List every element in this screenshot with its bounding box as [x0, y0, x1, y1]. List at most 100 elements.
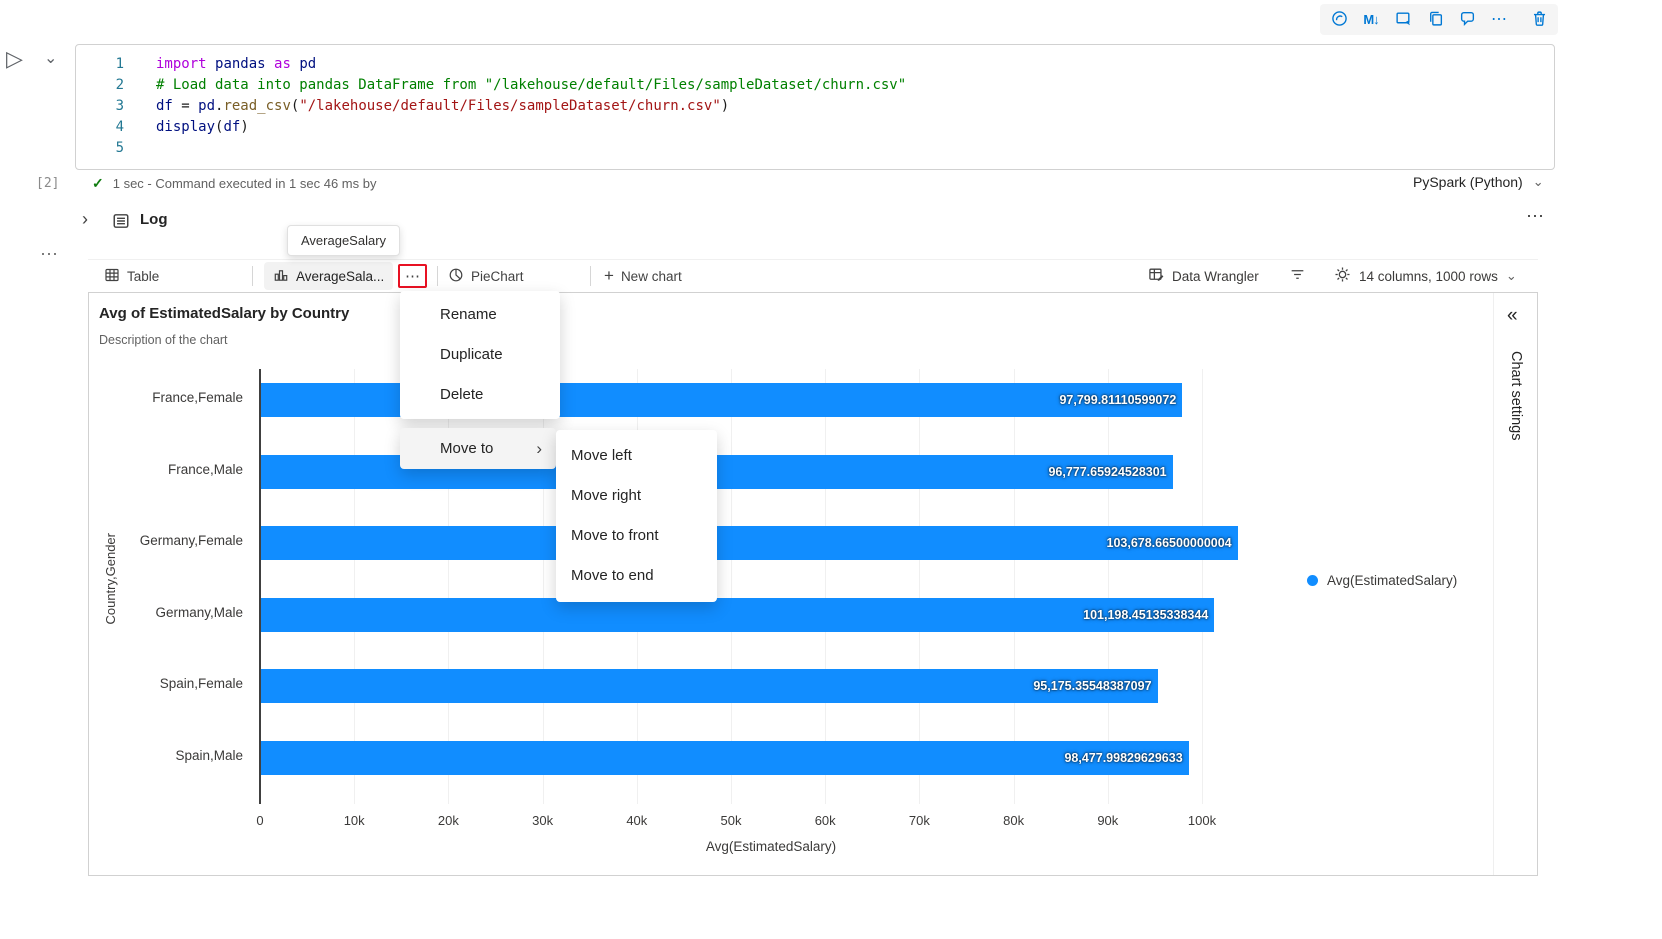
chart-tab-more-button[interactable]: ⋯	[398, 264, 427, 288]
x-axis-title: Avg(EstimatedSalary)	[661, 839, 881, 854]
chart-title: Avg of EstimatedSalary by Country	[99, 305, 349, 322]
run-options-chevron[interactable]: ⌄	[44, 48, 57, 68]
y-axis-title: Country,Gender	[103, 444, 118, 714]
bar-value-label: 98,477.99829629633	[1064, 741, 1182, 775]
bar[interactable]: 101,198.45135338344	[261, 598, 1214, 632]
chevron-right-icon: ›	[536, 439, 542, 459]
bar-value-label: 95,175.35548387097	[1033, 669, 1151, 703]
filter-icon	[1289, 266, 1306, 286]
bar[interactable]: 95,175.35548387097	[261, 669, 1158, 703]
tab-pie-chart[interactable]: PieChart	[448, 262, 524, 290]
log-expand-chevron[interactable]: ›	[82, 209, 88, 230]
submenu-item-move-to-end[interactable]: Move to end	[556, 556, 717, 596]
copilot-icon	[1331, 10, 1348, 30]
more-icon: ⋯	[405, 267, 420, 285]
kernel-language-picker[interactable]: PySpark (Python) ⌄	[1413, 174, 1544, 190]
legend-dot-icon	[1307, 575, 1318, 586]
filter-button[interactable]	[1289, 262, 1306, 290]
x-axis-tick-label: 100k	[1162, 813, 1242, 828]
new-chart-button[interactable]: + New chart	[604, 262, 682, 290]
data-wrangler-icon	[1148, 266, 1165, 286]
chart-card: Avg(EstimatedSalary) Country,Gender 0 10k…	[88, 292, 1538, 876]
menu-item-delete[interactable]: Delete	[400, 375, 560, 415]
comment-button[interactable]	[1454, 7, 1480, 32]
data-wrangler-button[interactable]: Data Wrangler	[1148, 262, 1259, 290]
gridline	[919, 369, 920, 804]
x-axis-tick-label: 0	[220, 813, 300, 828]
log-icon	[112, 212, 130, 235]
convert-to-markdown-button[interactable]: M↓	[1358, 7, 1384, 32]
kernel-label: PySpark (Python)	[1413, 174, 1523, 190]
x-axis-tick-label: 40k	[597, 813, 677, 828]
line-number: 1	[76, 54, 124, 75]
tab-average-salary-chart[interactable]: AverageSala...	[264, 262, 393, 290]
data-wrangler-label: Data Wrangler	[1172, 269, 1259, 284]
output-top-divider	[88, 259, 1538, 260]
menu-item-move-to[interactable]: Move to ›	[400, 428, 556, 469]
log-section-label: Log	[140, 211, 168, 228]
tab-table[interactable]: Table	[104, 262, 159, 290]
bar-value-label: 101,198.45135338344	[1083, 598, 1208, 632]
run-icon: ▷	[6, 46, 23, 71]
execution-count: [2]	[36, 176, 59, 191]
run-cell-button[interactable]: ▷	[6, 46, 23, 72]
x-axis-tick-label: 90k	[1068, 813, 1148, 828]
markdown-convert-icon: M↓	[1363, 12, 1378, 27]
y-axis-category-label: France,Male	[89, 462, 243, 477]
bar[interactable]: 103,678.66500000004	[261, 526, 1238, 560]
submenu-item-move-right[interactable]: Move right	[556, 476, 717, 516]
line-number: 4	[76, 117, 124, 138]
code-line[interactable]: 5	[76, 138, 1554, 159]
gridline	[354, 369, 355, 804]
notebook-page: M↓ ⋯ ▷ ⌄ ⋯ 1import pand	[0, 0, 1662, 939]
tab-separator	[252, 266, 253, 286]
code-line[interactable]: 2# Load data into pandas DataFrame from …	[76, 75, 1554, 96]
chevron-down-icon: ⌄	[1506, 268, 1517, 284]
code-line[interactable]: 4display(df)	[76, 117, 1554, 138]
output-more-options-button[interactable]: ⋯	[40, 244, 59, 265]
more-cell-options-button[interactable]: ⋯	[1486, 7, 1512, 32]
gridline	[1202, 369, 1203, 804]
table-info-label: 14 columns, 1000 rows	[1359, 269, 1498, 284]
menu-item-duplicate[interactable]: Duplicate	[400, 335, 560, 375]
menu-item-rename[interactable]: Rename	[400, 295, 560, 335]
x-axis-tick-label: 10k	[314, 813, 394, 828]
tab-separator	[437, 266, 438, 286]
x-axis-tick-label: 20k	[408, 813, 488, 828]
copilot-button[interactable]	[1326, 7, 1352, 32]
double-chevron-left-icon: «	[1507, 305, 1518, 326]
log-more-options-button[interactable]: ⋯	[1526, 206, 1545, 227]
move-cell-button[interactable]	[1390, 7, 1416, 32]
code-lines: 1import pandas as pd2# Load data into pa…	[76, 54, 1554, 159]
delete-cell-button[interactable]	[1526, 7, 1552, 32]
y-axis-category-label: Spain,Male	[89, 748, 243, 763]
trash-icon	[1531, 10, 1548, 30]
chevron-down-icon: ⌄	[44, 50, 57, 67]
x-axis-tick-label: 70k	[879, 813, 959, 828]
column-chart-icon	[273, 267, 289, 286]
chevron-down-icon: ⌄	[1533, 174, 1544, 190]
table-grid-icon	[104, 267, 120, 286]
tab-separator	[590, 266, 591, 286]
submenu-item-move-left[interactable]: Move left	[556, 436, 717, 476]
duplicate-cell-button[interactable]	[1422, 7, 1448, 32]
bar-value-label: 97,799.81110599072	[1059, 383, 1176, 417]
gridline	[1108, 369, 1109, 804]
line-number: 3	[76, 96, 124, 117]
chart-subtitle: Description of the chart	[99, 333, 228, 347]
y-axis-line	[259, 369, 261, 804]
context-submenu: Move leftMove rightMove to frontMove to …	[556, 430, 717, 602]
bar[interactable]: 98,477.99829629633	[261, 741, 1189, 775]
chevron-right-icon: ›	[82, 209, 88, 229]
success-check-icon: ✓	[92, 175, 104, 192]
chart-legend[interactable]: Avg(EstimatedSalary)	[1307, 573, 1457, 588]
y-axis-category-label: Spain,Female	[89, 676, 243, 691]
code-line[interactable]: 3df = pd.read_csv("/lakehouse/default/Fi…	[76, 96, 1554, 117]
code-cell[interactable]: 1import pandas as pd2# Load data into pa…	[75, 44, 1555, 170]
submenu-item-move-to-front[interactable]: Move to front	[556, 516, 717, 556]
cell-toolbar: M↓ ⋯	[1320, 4, 1558, 35]
code-line[interactable]: 1import pandas as pd	[76, 54, 1554, 75]
x-axis-tick-label: 50k	[691, 813, 771, 828]
expand-settings-button[interactable]: «	[1507, 305, 1518, 327]
table-info-selector[interactable]: 14 columns, 1000 rows ⌄	[1334, 262, 1517, 290]
